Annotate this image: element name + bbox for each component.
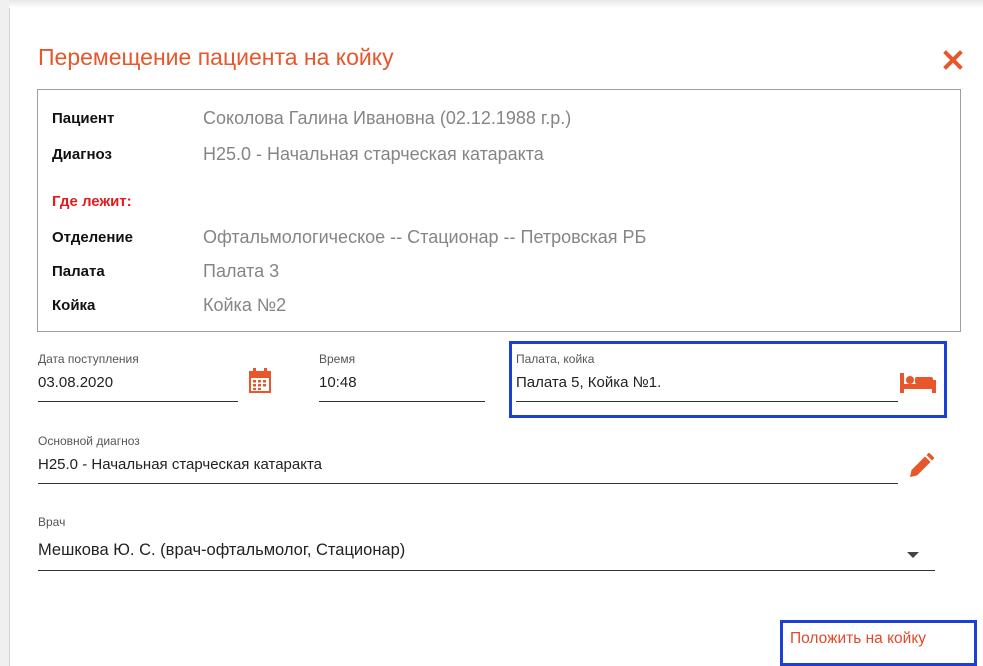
edit-diagnosis-button[interactable] <box>908 452 935 484</box>
time-underline <box>319 401 485 402</box>
time-label: Время <box>319 352 356 366</box>
patient-value: Соколова Галина Ивановна (02.12.1988 г.р… <box>203 108 572 128</box>
pencil-icon <box>910 452 935 477</box>
doctor-dropdown-toggle[interactable] <box>906 546 920 564</box>
admission-date-value[interactable]: 03.08.2020 <box>38 374 113 391</box>
ward-bed-highlight <box>509 341 947 418</box>
admission-date-underline <box>38 401 238 402</box>
bed-label: Койка <box>52 297 96 314</box>
department-label: Отделение <box>52 229 133 246</box>
backdrop-shadow-left <box>0 0 9 666</box>
diagnosis-label: Диагноз <box>52 146 112 163</box>
close-button[interactable] <box>940 47 966 73</box>
close-icon <box>943 50 963 70</box>
submit-highlight <box>780 620 977 666</box>
dropdown-arrow-icon <box>907 552 919 558</box>
main-diagnosis-value[interactable]: H25.0 - Начальная старческая катаракта <box>38 456 322 473</box>
patient-label: Пациент <box>52 110 115 127</box>
time-value[interactable]: 10:48 <box>319 374 357 391</box>
ward-label: Палата <box>52 263 105 280</box>
bed-value: Койка №2 <box>203 295 287 315</box>
doctor-value[interactable]: Мешкова Ю. С. (врач-офтальмолог, Стацион… <box>38 541 405 560</box>
doctor-underline <box>38 570 935 571</box>
diagnosis-value: H25.0 - Начальная старческая катаракта <box>203 144 544 164</box>
department-value: Офтальмологическое -- Стационар -- Петро… <box>203 227 647 247</box>
current-location-heading: Где лежит: <box>52 193 132 210</box>
calendar-button[interactable] <box>248 368 272 399</box>
admission-date-label: Дата поступления <box>38 352 139 366</box>
main-diagnosis-underline <box>38 483 898 484</box>
main-diagnosis-label: Основной диагноз <box>38 434 140 448</box>
doctor-label: Врач <box>38 515 66 529</box>
dialog-title: Перемещение пациента на койку <box>38 44 394 70</box>
backdrop-shadow-top <box>0 0 983 8</box>
calendar-icon <box>249 368 271 393</box>
ward-value: Палата 3 <box>203 261 280 281</box>
